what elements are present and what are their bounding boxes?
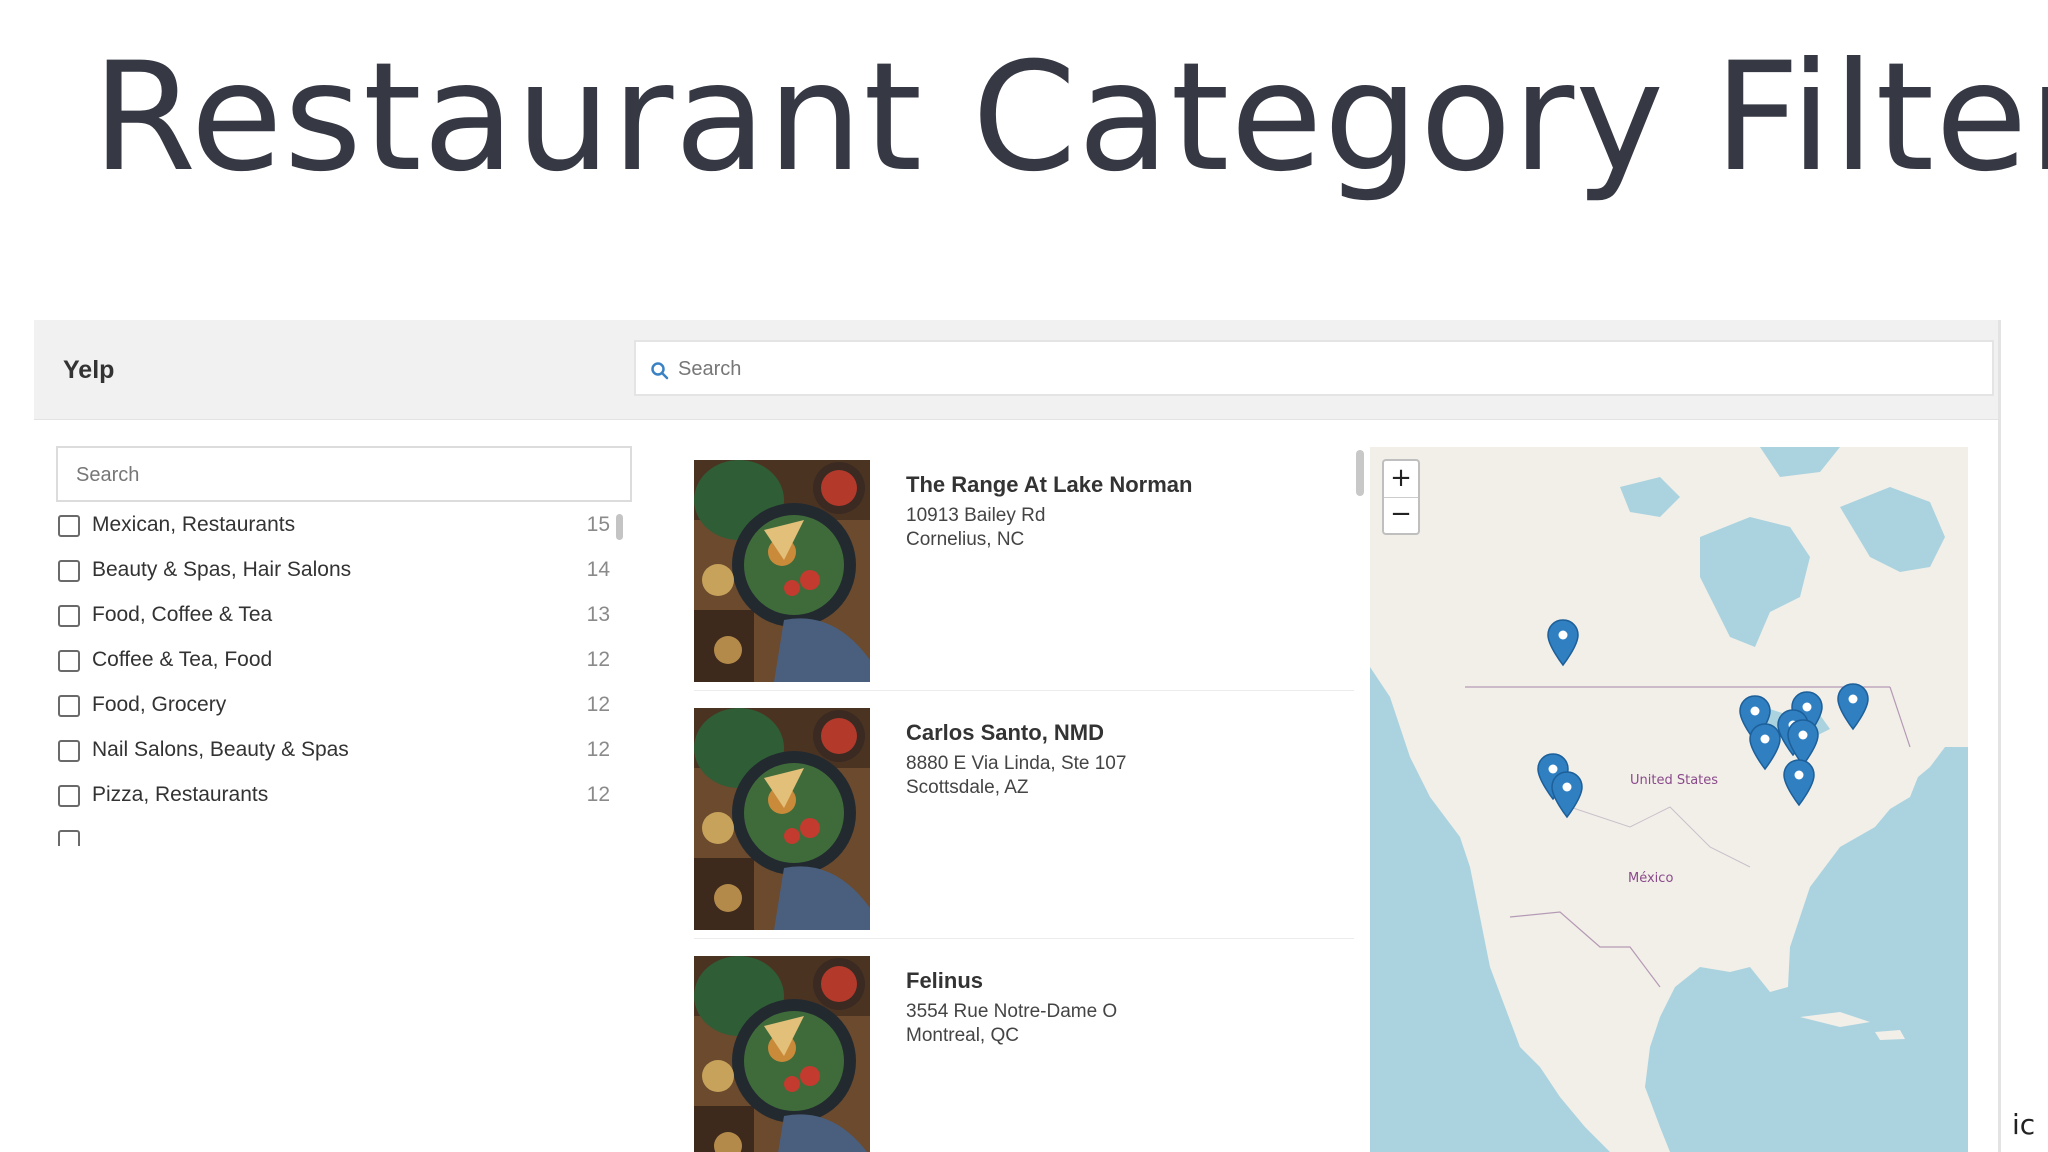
zoom-out-button[interactable]: −: [1384, 497, 1418, 533]
category-search-box[interactable]: [56, 446, 632, 502]
facet-count: 12: [586, 693, 610, 716]
facet-count: 12: [586, 738, 610, 761]
address-line: 3554 Rue Notre-Dame O: [906, 1001, 1118, 1022]
facet-count: 13: [586, 603, 610, 626]
result-address: 10913 Bailey Rd Cornelius, NC: [906, 504, 1045, 552]
facet-item[interactable]: Pizza, Restaurants 12: [56, 778, 646, 818]
facet-label: Mexican, Restaurants: [92, 513, 296, 536]
result-divider: [694, 938, 1354, 939]
map-marker[interactable]: [1550, 771, 1584, 819]
result-item[interactable]: Carlos Santo, NMD 8880 E Via Linda, Ste …: [694, 708, 1354, 939]
food-photo: [694, 956, 870, 1152]
facet-count: 12: [586, 783, 610, 806]
facet-item[interactable]: Nail Salons, Beauty & Spas 12: [56, 733, 646, 773]
category-facet-list[interactable]: Mexican, Restaurants 15 Beauty & Spas, H…: [56, 508, 646, 846]
facet-checkbox[interactable]: [58, 740, 80, 762]
facet-label: Coffee & Tea, Food: [92, 648, 273, 671]
facet-label: Pizza, Restaurants: [92, 783, 269, 806]
facet-label: Food, Grocery: [92, 693, 227, 716]
address-line: 8880 E Via Linda, Ste 107: [906, 753, 1127, 774]
facet-checkbox[interactable]: [58, 560, 80, 582]
facet-count: 15: [586, 513, 610, 536]
facet-scrollbar[interactable]: [616, 514, 623, 540]
facet-checkbox[interactable]: [58, 650, 80, 672]
corner-text: ic: [2012, 1108, 2036, 1141]
zoom-control: + −: [1382, 459, 1420, 535]
address-line: 10913 Bailey Rd: [906, 505, 1046, 526]
global-search-box[interactable]: [634, 340, 1994, 396]
results-map[interactable]: United States México + −: [1370, 447, 1968, 1152]
map-label-us: United States: [1630, 773, 1719, 788]
facet-item-partial[interactable]: [56, 823, 646, 846]
facet-count: 14: [586, 558, 610, 581]
result-name[interactable]: The Range At Lake Norman: [906, 472, 1192, 498]
zoom-in-button[interactable]: +: [1384, 461, 1418, 498]
result-name[interactable]: Felinus: [906, 968, 983, 994]
map-tiles[interactable]: [1370, 447, 1968, 1152]
result-address: 8880 E Via Linda, Ste 107 Scottsdale, AZ: [906, 752, 1126, 800]
facet-label: Beauty & Spas, Hair Salons: [92, 558, 352, 581]
top-bar: Yelp: [34, 320, 1998, 420]
facet-label: Nail Salons, Beauty & Spas: [92, 738, 349, 761]
search-icon: [651, 362, 669, 380]
facet-item[interactable]: Food, Grocery 12: [56, 688, 646, 728]
map-label-mexico: México: [1628, 871, 1674, 886]
yelp-app-window: Yelp Mexican, Restaurants 15 Beauty & Sp…: [34, 320, 2001, 1152]
facet-item[interactable]: Coffee & Tea, Food 12: [56, 643, 646, 683]
facet-checkbox[interactable]: [58, 830, 80, 846]
global-search-input[interactable]: [676, 342, 1980, 396]
city-line: Montreal, QC: [906, 1025, 1019, 1046]
map-marker[interactable]: [1836, 683, 1870, 731]
facet-checkbox[interactable]: [58, 695, 80, 717]
facet-item[interactable]: Food, Coffee & Tea 13: [56, 598, 646, 638]
facet-label: Food, Coffee & Tea: [92, 603, 273, 626]
facet-item[interactable]: Mexican, Restaurants 15: [56, 508, 646, 548]
city-line: Cornelius, NC: [906, 529, 1025, 550]
results-scrollbar[interactable]: [1356, 450, 1364, 496]
food-photo: [694, 460, 870, 682]
slide-title: Restaurant Category Filter: [92, 31, 2048, 205]
map-marker[interactable]: [1782, 759, 1816, 807]
city-line: Scottsdale, AZ: [906, 777, 1029, 798]
category-search-input[interactable]: [74, 448, 618, 502]
result-item[interactable]: The Range At Lake Norman 10913 Bailey Rd…: [694, 460, 1354, 691]
map-marker[interactable]: [1546, 619, 1580, 667]
facet-checkbox[interactable]: [58, 605, 80, 627]
result-item[interactable]: Felinus 3554 Rue Notre-Dame O Montreal, …: [694, 956, 1354, 1152]
facet-count: 12: [586, 648, 610, 671]
facet-item[interactable]: Beauty & Spas, Hair Salons 14: [56, 553, 646, 593]
result-divider: [694, 690, 1354, 691]
result-name[interactable]: Carlos Santo, NMD: [906, 720, 1104, 746]
food-photo: [694, 708, 870, 930]
brand-logo: Yelp: [63, 356, 115, 384]
result-address: 3554 Rue Notre-Dame O Montreal, QC: [906, 1000, 1117, 1048]
facet-checkbox[interactable]: [58, 515, 80, 537]
facet-checkbox[interactable]: [58, 785, 80, 807]
